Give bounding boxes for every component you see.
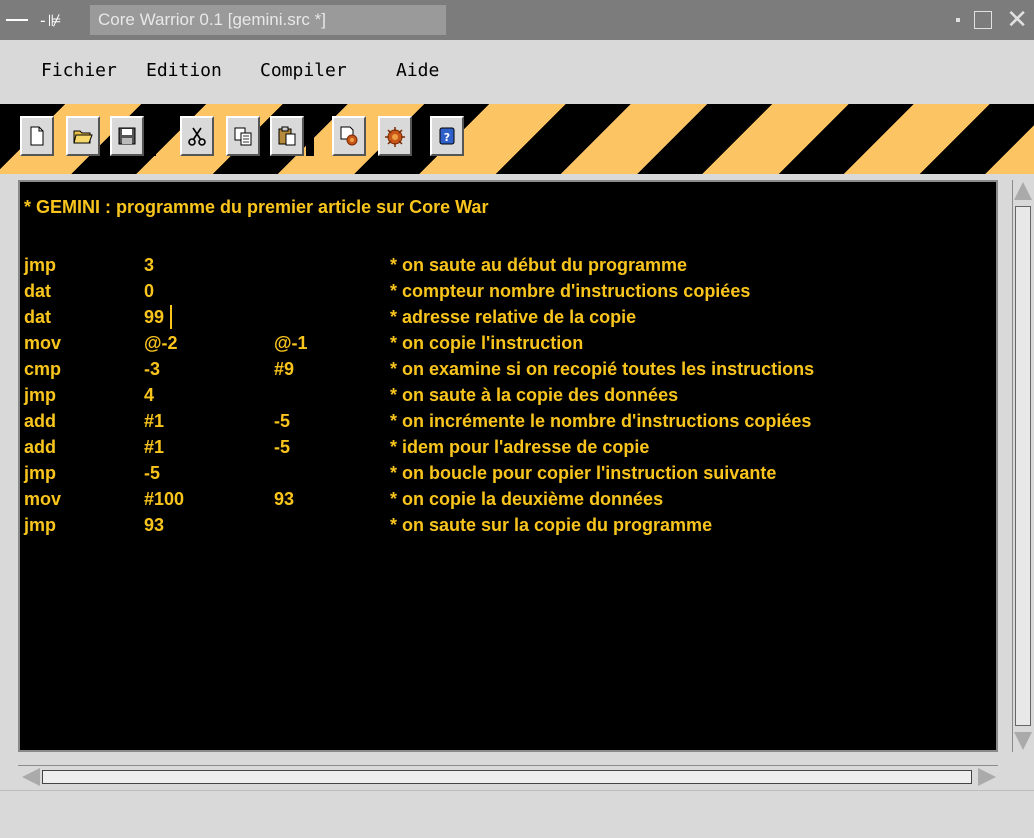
line-comment: * adresse relative de la copie	[390, 307, 637, 327]
compile-button[interactable]	[332, 116, 366, 156]
line-arg-b: #9	[274, 359, 295, 379]
copy-button[interactable]	[226, 116, 260, 156]
window-title: Core Warrior 0.1 [gemini.src *]	[90, 5, 446, 35]
toolbar-separator	[306, 116, 314, 156]
menu-fichier[interactable]: Fichier	[41, 60, 117, 81]
line-arg-b: @-1	[274, 333, 308, 353]
line-op: dat	[24, 307, 51, 327]
open-folder-icon	[73, 130, 93, 144]
line-arg-a: #1	[144, 411, 165, 431]
code-editor[interactable]: * GEMINI : programme du premier article …	[18, 180, 998, 752]
header-comment: * GEMINI : programme du premier article …	[24, 197, 489, 217]
horizontal-scrollbar[interactable]	[18, 765, 998, 787]
line-comment: * on copie l'instruction	[390, 333, 584, 353]
save-file-button[interactable]	[110, 116, 144, 156]
line-op: dat	[24, 281, 51, 301]
window-menu-icon[interactable]	[6, 19, 28, 21]
scroll-right-arrow-icon[interactable]	[978, 768, 996, 786]
line-arg-a: 99	[144, 307, 165, 327]
line-comment: * on saute au début du programme	[390, 255, 688, 275]
new-file-icon	[30, 126, 44, 146]
horizontal-scroll-thumb[interactable]	[42, 770, 972, 784]
line-arg-a: 0	[144, 281, 155, 301]
new-file-button[interactable]	[20, 116, 54, 156]
paste-button[interactable]	[270, 116, 304, 156]
line-op: jmp	[24, 463, 57, 483]
line-arg-a: -5	[144, 463, 161, 483]
close-icon[interactable]: ✕	[1006, 7, 1028, 33]
line-comment: * idem pour l'adresse de copie	[390, 437, 650, 457]
window-controls-left: -⊯	[6, 7, 70, 33]
menu-aide[interactable]: Aide	[396, 60, 439, 81]
line-op: jmp	[24, 385, 57, 405]
about-button[interactable]: ?	[430, 116, 464, 156]
vertical-scroll-thumb[interactable]	[1015, 206, 1031, 726]
toolbar: ?	[0, 104, 1034, 174]
line-arg-a: 3	[144, 255, 155, 275]
menu-compiler[interactable]: Compiler	[260, 60, 347, 81]
scroll-down-arrow-icon[interactable]	[1014, 732, 1032, 750]
scroll-up-arrow-icon[interactable]	[1014, 182, 1032, 200]
run-button[interactable]	[378, 116, 412, 156]
cut-button[interactable]	[180, 116, 214, 156]
line-comment: * on examine si on recopié toutes les in…	[390, 359, 815, 379]
minimize-icon[interactable]	[956, 18, 961, 22]
menu-edition[interactable]: Edition	[146, 60, 222, 81]
line-comment: * on saute à la copie des données	[390, 385, 679, 405]
vertical-scrollbar[interactable]	[1012, 180, 1034, 752]
line-op: mov	[24, 333, 62, 353]
svg-text:?: ?	[444, 131, 450, 144]
copy-icon	[234, 127, 252, 146]
line-comment: * on boucle pour copier l'instruction su…	[390, 463, 777, 483]
window-controls-right: ✕	[956, 0, 1034, 40]
line-comment: * on copie la deuxième données	[390, 489, 664, 509]
paste-icon	[278, 126, 296, 146]
line-comment: * on saute sur la copie du programme	[390, 515, 713, 535]
line-comment: * compteur nombre d'instructions copiées	[390, 281, 751, 301]
pin-icon[interactable]: -⊯	[38, 11, 62, 30]
scroll-left-arrow-icon[interactable]	[22, 768, 40, 786]
maximize-icon[interactable]	[974, 11, 993, 29]
open-file-button[interactable]	[66, 116, 100, 156]
line-comment: * on incrémente le nombre d'instructions…	[390, 411, 812, 431]
line-arg-a: @-2	[144, 333, 178, 353]
line-arg-a: #1	[144, 437, 165, 457]
text-cursor	[170, 305, 172, 329]
line-arg-a: #100	[144, 489, 185, 509]
line-arg-b: -5	[274, 411, 291, 431]
line-op: jmp	[24, 255, 57, 275]
line-arg-b: -5	[274, 437, 291, 457]
line-op: mov	[24, 489, 62, 509]
menu-bar: Fichier Edition Compiler Aide	[0, 40, 1034, 104]
title-bar: -⊯ Core Warrior 0.1 [gemini.src *] ✕	[0, 0, 1034, 40]
line-op: add	[24, 411, 57, 431]
line-op: jmp	[24, 515, 57, 535]
compile-icon	[340, 126, 358, 146]
line-arg-b: 93	[274, 489, 295, 509]
about-icon: ?	[439, 127, 455, 145]
run-icon	[385, 127, 405, 147]
line-arg-a: 93	[144, 515, 165, 535]
save-icon	[118, 127, 136, 145]
status-bar	[0, 790, 1034, 838]
line-arg-a: -3	[144, 359, 161, 379]
line-arg-a: 4	[144, 385, 155, 405]
line-op: add	[24, 437, 57, 457]
cut-icon	[188, 127, 206, 146]
line-op: cmp	[24, 359, 62, 379]
toolbar-separator	[148, 116, 156, 156]
